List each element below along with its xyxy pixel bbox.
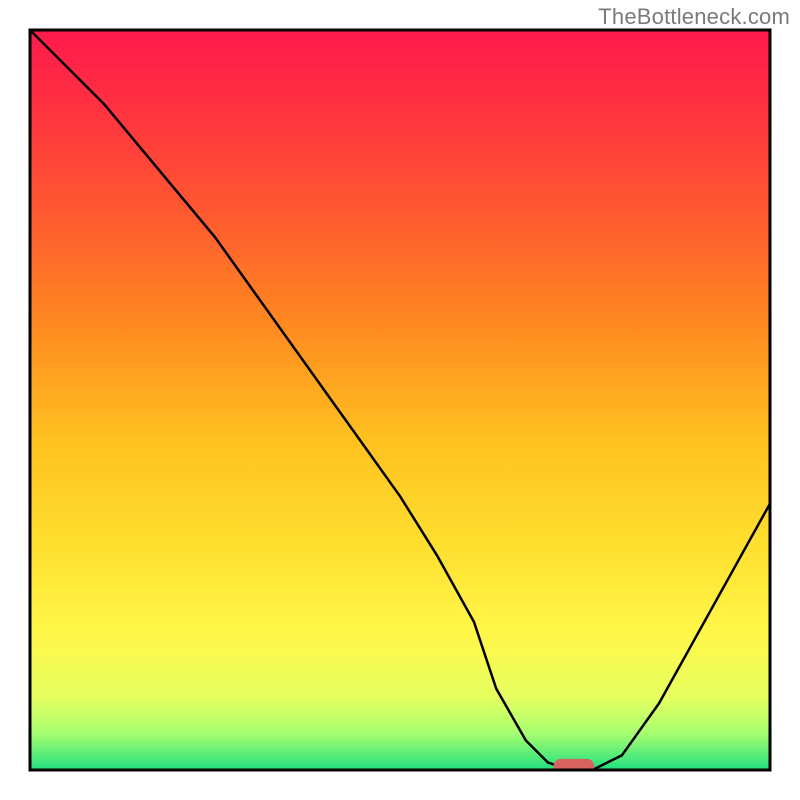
gradient-background <box>30 30 770 770</box>
chart-container: TheBottleneck.com <box>0 0 800 800</box>
bottleneck-chart <box>0 0 800 800</box>
plot-area <box>30 30 770 774</box>
watermark-text: TheBottleneck.com <box>598 4 790 30</box>
